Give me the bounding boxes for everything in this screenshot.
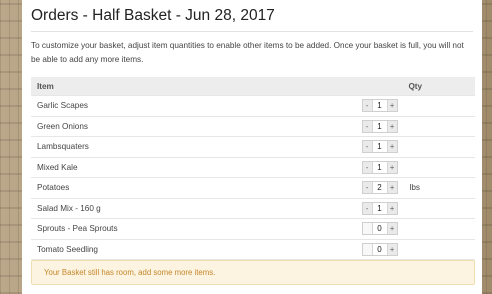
decrease-button[interactable]: - <box>362 100 372 112</box>
qty-cell: -1 + <box>361 156 475 178</box>
decrease-button[interactable]: - <box>362 141 372 153</box>
items-table: Item Qty Garlic Scapes -1 + Green Onions -1 +… <box>31 77 475 260</box>
item-name: Tomato Seedling <box>31 238 362 260</box>
table-row: Potatoes -2 + lbs <box>31 177 475 198</box>
order-panel: Orders - Half Basket - Jun 28, 2017 To c… <box>22 0 482 294</box>
increase-button[interactable]: + <box>387 223 397 235</box>
increase-button[interactable]: + <box>387 243 397 255</box>
qty-cell: 0 + <box>361 238 475 260</box>
qty-cell: -1 + <box>361 115 475 137</box>
item-name: Sprouts - Pea Sprouts <box>31 218 362 239</box>
increase-button[interactable]: + <box>387 141 397 153</box>
quantity-value: 2 <box>371 182 388 194</box>
qty-cell: -1 + <box>361 136 475 157</box>
column-header-qty: Qty <box>408 81 423 91</box>
quantity-value: 0 <box>371 223 388 235</box>
table-row: Mixed Kale -1 + <box>31 156 475 178</box>
decrease-button[interactable]: - <box>362 182 372 194</box>
decrease-button[interactable]: - <box>362 161 372 173</box>
quantity-stepper[interactable]: -1 + <box>361 160 398 174</box>
increase-button[interactable]: + <box>387 161 397 173</box>
quantity-stepper[interactable]: -1 + <box>361 119 398 133</box>
item-name: Garlic Scapes <box>31 95 362 116</box>
qty-cell: -1 + <box>361 95 475 116</box>
qty-cell: -1 + <box>361 197 475 219</box>
item-name: Lambsquaters <box>31 136 362 157</box>
table-row: Tomato Seedling 0 + <box>31 238 475 260</box>
item-name: Potatoes <box>31 177 362 198</box>
decrease-button[interactable]: - <box>362 202 372 214</box>
item-name: Mixed Kale <box>31 156 362 178</box>
table-row: Lambsquaters -1 + <box>31 136 475 157</box>
quantity-value: 1 <box>371 141 388 153</box>
qty-cell: 0 + <box>361 218 475 239</box>
page-title: Orders - Half Basket - Jun 28, 2017 <box>31 6 473 32</box>
quantity-stepper[interactable]: -1 + <box>361 201 398 215</box>
column-header-item: Item <box>37 81 54 91</box>
quantity-value: 1 <box>371 120 388 132</box>
quantity-stepper[interactable]: 0 + <box>361 222 398 236</box>
item-name: Salad Mix - 160 g <box>31 197 362 219</box>
intro-text: To customize your basket, adjust item qu… <box>31 41 464 64</box>
table-row: Salad Mix - 160 g -1 + <box>31 197 475 219</box>
quantity-stepper[interactable]: 0 + <box>361 242 398 256</box>
table-header-row: Item Qty <box>31 77 475 96</box>
quantity-value: 1 <box>371 161 388 173</box>
unit-label: lbs <box>409 183 420 193</box>
decrease-button[interactable]: - <box>362 120 372 132</box>
increase-button[interactable]: + <box>387 100 397 112</box>
quantity-stepper[interactable]: -1 + <box>361 140 398 154</box>
quantity-value: 0 <box>371 243 388 255</box>
quantity-stepper[interactable]: -2 + <box>361 181 398 195</box>
item-name: Green Onions <box>31 115 362 137</box>
qty-cell: -2 + lbs <box>361 177 475 198</box>
increase-button[interactable]: + <box>387 182 397 194</box>
table-row: Green Onions -1 + <box>31 115 475 137</box>
quantity-stepper[interactable]: -1 + <box>361 99 398 113</box>
table-row: Garlic Scapes -1 + <box>31 95 475 116</box>
increase-button[interactable]: + <box>387 202 397 214</box>
quantity-value: 1 <box>371 202 388 214</box>
basket-room-alert: Your Basket still has room, add some mor… <box>31 260 475 285</box>
increase-button[interactable]: + <box>387 120 397 132</box>
table-row: Sprouts - Pea Sprouts 0 + <box>31 218 475 239</box>
quantity-value: 1 <box>371 100 388 112</box>
